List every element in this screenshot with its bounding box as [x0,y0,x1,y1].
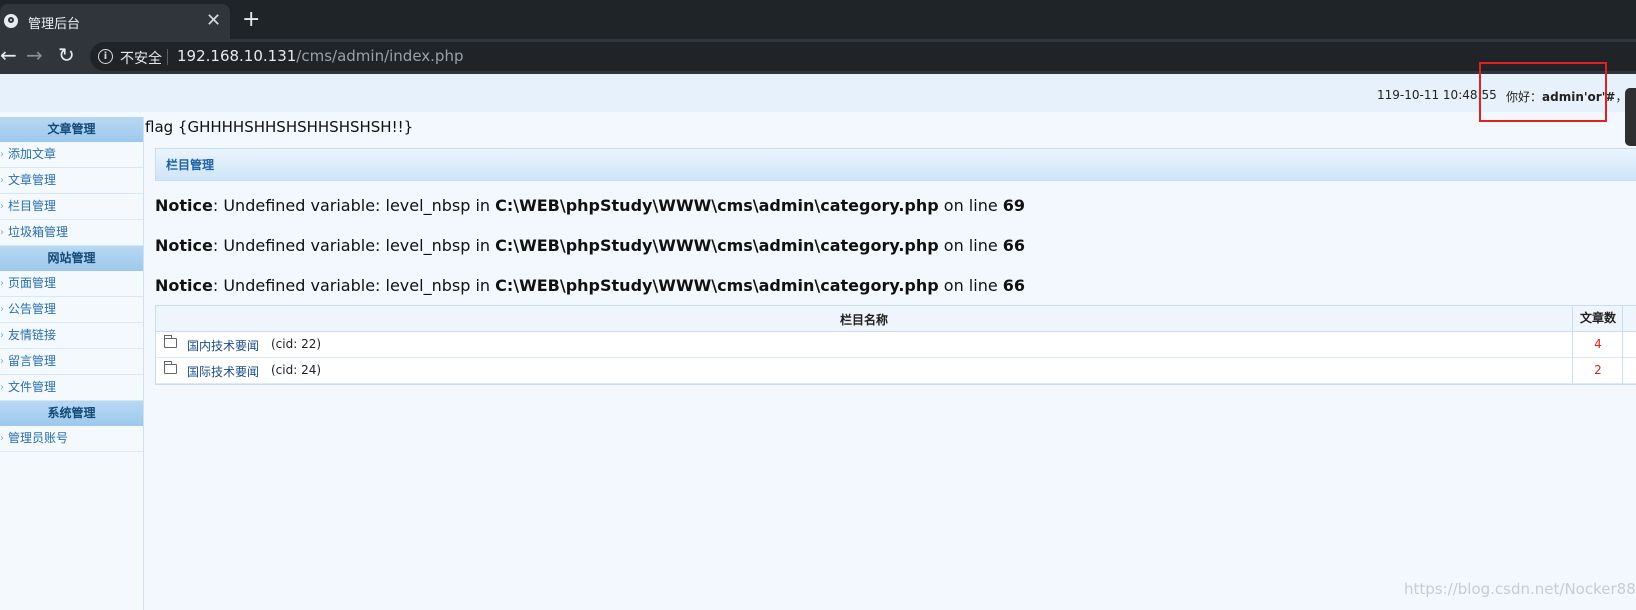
globe-icon [4,14,18,28]
notice-file: C:\WEB\phpStudy\WWW\cms\admin\category.p… [495,236,939,255]
sidebar-item[interactable]: 友情链接 [0,323,143,349]
url-text[interactable]: 192.168.10.131/cms/admin/index.php [177,47,464,65]
flag-text: flag {GHHHHSHHSHSHHSHSHSH!!} [145,118,414,136]
notice-label: Notice [155,196,213,215]
table-right-border [1622,306,1623,384]
notice-on-line: on line [938,196,1003,215]
notice-file: C:\WEB\phpStudy\WWW\cms\admin\category.p… [495,196,939,215]
forward-arrow-icon[interactable]: → [26,43,43,67]
url-host: 192.168.10.131 [177,47,297,65]
folder-icon [164,335,177,348]
category-name-link[interactable]: 国内技术要闻 [187,337,259,354]
table-row: 国内技术要闻 (cid: 22) 4 [156,332,1636,358]
notice-on-line: on line [938,236,1003,255]
url-path: /cms/admin/index.php [296,47,464,65]
panel-title: 栏目管理 [166,158,215,172]
sidebar-item[interactable]: 垃圾箱管理 [0,220,143,246]
sidebar-item[interactable]: 栏目管理 [0,194,143,220]
side-panel-handle[interactable] [1625,88,1636,146]
sidebar-group-title: 系统管理 [0,401,143,426]
notice-file: C:\WEB\phpStudy\WWW\cms\admin\category.p… [495,276,939,295]
admin-header: 119-10-11 10:48:55 你好：admin'or'#， [0,74,1636,112]
notice-label: Notice [155,236,213,255]
notice-line-number: 66 [1002,276,1026,295]
sidebar-item[interactable]: 文章管理 [0,168,143,194]
notice-label: Notice [155,276,213,295]
notice-on-line: on line [938,276,1003,295]
category-cid: (cid: 22) [271,337,322,351]
column-header-count: 文章数 [1572,306,1623,331]
notice-message: : Undefined variable: level_nbsp in [212,196,496,215]
table-row: 国际技术要闻 (cid: 24) 2 [156,358,1636,384]
sidebar-item[interactable]: 公告管理 [0,297,143,323]
notice-line-number: 69 [1002,196,1026,215]
table-header: 栏目名称 文章数 [156,306,1636,332]
notice-message: : Undefined variable: level_nbsp in [212,236,496,255]
sidebar-group-title: 文章管理 [0,117,143,142]
php-notice: Notice: Undefined variable: level_nbsp i… [155,196,1025,215]
column-header-name: 栏目名称 [839,313,888,327]
notice-line-number: 66 [1002,236,1026,255]
browser-tab[interactable]: 管理后台 ✕ [0,4,230,39]
browser-toolbar: ← → ↻ i 不安全 192.168.10.131/cms/admin/ind… [0,39,1636,74]
sidebar: 文章管理添加文章文章管理栏目管理垃圾箱管理网站管理页面管理公告管理友情链接留言管… [0,117,144,610]
category-cid: (cid: 24) [271,363,322,377]
category-table: 栏目名称 文章数 国内技术要闻 (cid: 22) 4 国际技术要闻 (cid: 24)… [155,305,1636,385]
close-tab-icon[interactable]: ✕ [206,10,221,31]
insecure-label[interactable]: 不安全 [120,48,162,68]
tab-title: 管理后台 [28,17,81,32]
info-icon[interactable]: i [98,49,113,64]
panel-header: 栏目管理 [155,148,1636,181]
address-bar[interactable]: i 不安全 192.168.10.131/cms/admin/index.php [90,42,1636,71]
sidebar-item[interactable]: 文件管理 [0,375,143,401]
article-count: 2 [1572,358,1623,383]
notice-message: : Undefined variable: level_nbsp in [212,276,496,295]
php-notice: Notice: Undefined variable: level_nbsp i… [155,236,1025,255]
reload-icon[interactable]: ↻ [58,43,75,67]
sidebar-item[interactable]: 管理员账号 [0,426,143,452]
sidebar-group-title: 网站管理 [0,246,143,271]
sidebar-item[interactable]: 留言管理 [0,349,143,375]
back-arrow-icon[interactable]: ← [0,43,17,67]
sidebar-item[interactable]: 添加文章 [0,142,143,168]
address-divider [167,49,168,65]
article-count: 4 [1572,332,1623,357]
browser-tab-bar: 管理后台 ✕ + [0,0,1636,39]
php-notice: Notice: Undefined variable: level_nbsp i… [155,276,1025,295]
folder-icon [164,361,177,374]
new-tab-button[interactable]: + [242,7,260,32]
red-highlight-box [1479,62,1607,122]
category-name-link[interactable]: 国际技术要闻 [187,363,259,380]
sidebar-item[interactable]: 页面管理 [0,271,143,297]
watermark: https://blog.csdn.net/Nocker888 [1404,580,1636,598]
